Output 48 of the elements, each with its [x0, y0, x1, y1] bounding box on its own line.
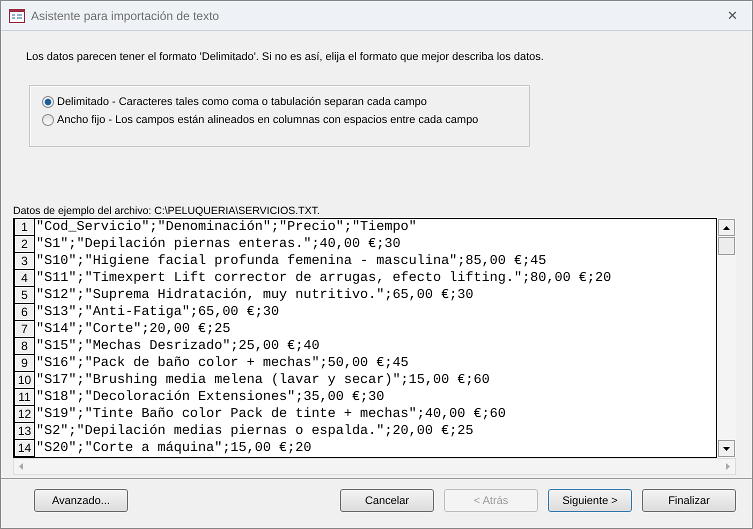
dialog-button[interactable]: Cancelar: [340, 489, 434, 512]
sample-line: "S1";"Depilación piernas enteras.";40,00 €;30: [35, 237, 401, 252]
scroll-down-button[interactable]: [718, 440, 735, 457]
scroll-thumb[interactable]: [718, 237, 735, 255]
sample-line: "S20";"Corte a máquina";15,00 €;20: [35, 441, 312, 456]
line-number: 14: [14, 440, 35, 457]
sample-line: "S15";"Mechas Desrizado";25,00 €;40: [35, 339, 320, 354]
line-number: 11: [14, 389, 35, 406]
dialog-button[interactable]: Finalizar: [642, 489, 736, 512]
radio-button[interactable]: [42, 114, 54, 126]
sample-line: "S2";"Depilación medias piernas o espalda.";20,00 €;25: [35, 424, 474, 439]
format-radio[interactable]: Delimitado - Caracteres tales como coma o tabulación separan cada campo: [42, 96, 529, 108]
sample-line: "S12";"Suprema Hidratación, muy nutritivo.";65,00 €;30: [35, 288, 474, 303]
sample-line: "S17";"Brushing media melena (lavar y secar)";15,00 €;60: [35, 373, 490, 388]
line-number: 7: [14, 321, 35, 338]
line-number: 3: [14, 253, 35, 270]
sample-line: "S14";"Corte";20,00 €;25: [35, 322, 230, 337]
horizontal-scrollbar[interactable]: [13, 458, 736, 475]
radio-button[interactable]: [42, 96, 54, 108]
instruction-text: Los datos parecen tener el formato 'Delimitado'. Si no es así, elija el formato que mejor describa los datos.: [26, 51, 545, 63]
dialog-button[interactable]: Siguiente >: [548, 489, 632, 512]
line-number: 9: [14, 355, 35, 372]
up-arrow-icon: [723, 226, 730, 230]
close-button[interactable]: ✕: [721, 8, 744, 23]
scroll-up-button[interactable]: [718, 219, 735, 236]
line-number: 10: [14, 372, 35, 389]
line-number: 1: [14, 219, 35, 236]
table-icon: [9, 8, 25, 22]
sample-line: "S13";"Anti-Fatiga";65,00 €;30: [35, 305, 280, 320]
sample-label: Datos de ejemplo del archivo: C:\PELUQUERIA\SERVICIOS.TXT.: [13, 205, 321, 217]
format-radio[interactable]: Ancho fijo - Los campos están alineados en columnas con espacios entre cada campo: [42, 114, 529, 126]
line-number: 8: [14, 338, 35, 355]
line-number: 5: [14, 287, 35, 304]
sample-line: "S18";"Decoloración Extensiones";35,00 €;30: [35, 390, 384, 405]
line-number: 12: [14, 406, 35, 423]
sample-line: "S11";"Timexpert Lift corrector de arrugas, efecto lifting.";80,00 €;20: [35, 271, 612, 286]
sample-line: "Cod_Servicio";"Denominación";"Precio";"Tiempo": [35, 220, 417, 235]
dialog-button[interactable]: Avanzado...: [34, 489, 128, 512]
sample-line: "S10";"Higiene facial profunda femenina - masculina";85,00 €;45: [35, 254, 546, 269]
sample-line: "S16";"Pack de baño color + mechas";50,00 €;45: [35, 356, 409, 371]
line-number: 2: [14, 236, 35, 253]
line-number: 13: [14, 423, 35, 440]
line-number: 4: [14, 270, 35, 287]
sample-line: "S19";"Tinte Baño color Pack de tinte + mechas";40,00 €;60: [35, 407, 506, 422]
vertical-scrollbar[interactable]: [717, 218, 736, 458]
window-title: Asistente para importación de texto: [31, 8, 220, 22]
down-arrow-icon: [723, 446, 730, 450]
line-number: 6: [14, 304, 35, 321]
